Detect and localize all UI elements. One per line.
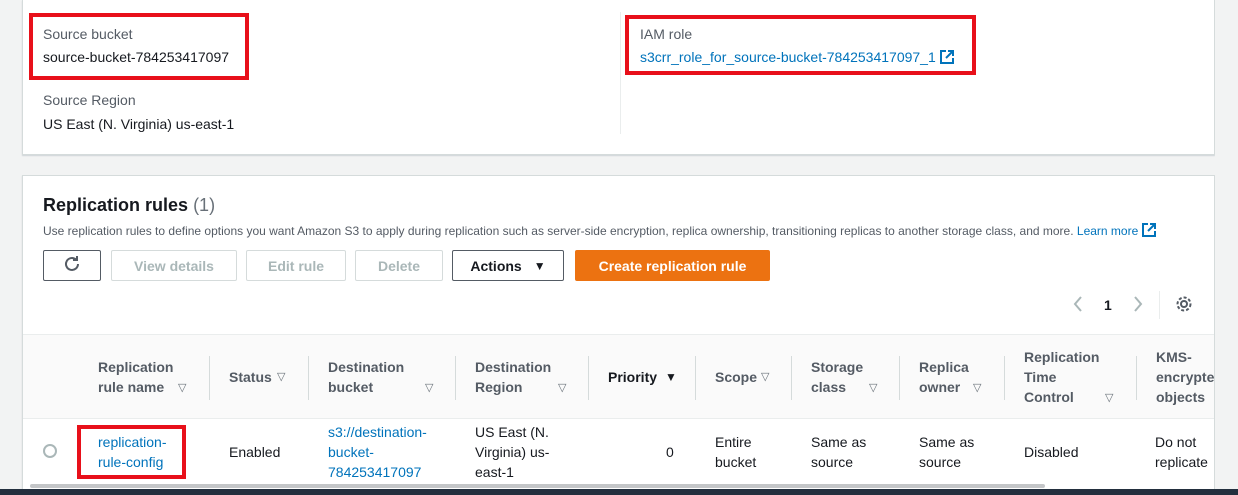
sort-descending-icon[interactable]: ▼ [665, 370, 677, 384]
replication-rules-panel: Replication rules (1) Use replication ru… [22, 175, 1215, 495]
destination-bucket-link[interactable]: s3://destination- bucket- 784253417097 [328, 422, 427, 482]
replication-rules-heading: Replication rules (1) [43, 195, 215, 216]
previous-page-icon[interactable] [1072, 295, 1084, 316]
sort-icon[interactable]: ▽ [761, 370, 769, 383]
col-replica-owner[interactable]: Replica owner [919, 357, 969, 397]
next-page-icon[interactable] [1132, 295, 1144, 316]
external-link-icon [1142, 223, 1157, 240]
actions-label: Actions [470, 257, 522, 274]
replica-owner-value: Same as source [919, 434, 975, 470]
learn-more-link[interactable]: Learn more [1077, 224, 1138, 238]
delete-button[interactable]: Delete [355, 250, 443, 281]
column-separator [695, 356, 696, 400]
description-text: Use replication rules to define options … [43, 224, 1074, 238]
row-select-radio[interactable] [43, 444, 57, 458]
settings-gear-icon[interactable] [1175, 295, 1193, 316]
page-number[interactable]: 1 [1104, 297, 1112, 313]
source-region-label: Source Region [43, 92, 136, 108]
column-separator [455, 356, 456, 400]
view-details-button[interactable]: View details [111, 250, 237, 281]
col-scope[interactable]: Scope [715, 367, 757, 387]
source-bucket-label: Source bucket [43, 26, 133, 42]
edit-rule-button[interactable]: Edit rule [246, 250, 346, 281]
column-separator [791, 356, 792, 400]
source-region-value: US East (N. Virginia) us-east-1 [43, 116, 235, 132]
iam-role-link[interactable]: s3crr_role_for_source-bucket-78425341709… [640, 49, 954, 67]
external-link-icon [939, 50, 954, 67]
status-value: Enabled [229, 444, 281, 460]
col-destination-bucket[interactable]: Destination bucket [328, 357, 404, 397]
source-details-panel: Source bucket source-bucket-784253417097… [22, 0, 1215, 155]
sort-icon[interactable]: ▽ [277, 370, 285, 383]
rtc-value: Disabled [1024, 444, 1079, 460]
rule-name-link[interactable]: replication- rule-config [98, 432, 166, 472]
source-bucket-value: source-bucket-784253417097 [43, 49, 230, 65]
actions-dropdown[interactable]: Actions ▼ [452, 250, 564, 281]
destination-region-value: US East (N. Virginia) us- east-1 [475, 424, 550, 480]
column-separator [899, 356, 900, 400]
iam-role-link-text[interactable]: s3crr_role_for_source-bucket-78425341709… [640, 49, 936, 65]
iam-role-label: IAM role [640, 26, 693, 42]
storage-class-value: Same as source [811, 434, 867, 470]
col-rule-name[interactable]: Replication rule name [98, 357, 173, 397]
sort-icon[interactable]: ▽ [425, 381, 433, 394]
sort-icon[interactable]: ▽ [558, 381, 566, 394]
sort-icon[interactable]: ▽ [869, 381, 877, 394]
column-separator [588, 356, 589, 400]
sort-icon[interactable]: ▽ [178, 381, 186, 394]
create-replication-rule-button[interactable]: Create replication rule [575, 250, 770, 281]
column-separator [308, 356, 309, 400]
caret-down-icon: ▼ [533, 258, 546, 273]
column-separator [209, 356, 210, 400]
replication-rules-title: Replication rules [43, 195, 189, 215]
replication-rules-description: Use replication rules to define options … [43, 223, 1157, 240]
refresh-icon [63, 255, 81, 276]
col-replication-time-control[interactable]: Replication Time Control [1024, 347, 1099, 407]
column-separator [1004, 356, 1005, 400]
col-priority[interactable]: Priority [608, 367, 657, 387]
horizontal-scrollbar[interactable] [30, 484, 1045, 488]
kms-value: Do not replicate [1155, 434, 1208, 470]
col-destination-region[interactable]: Destination Region [475, 357, 551, 397]
sort-icon[interactable]: ▽ [1105, 391, 1113, 404]
page-gutter [1215, 0, 1238, 489]
sort-icon[interactable]: ▽ [973, 381, 981, 394]
col-kms-encrypted-objects[interactable]: KMS- encrypted objects [1156, 347, 1214, 407]
refresh-button[interactable] [43, 250, 101, 281]
replication-rules-count: (1) [193, 195, 216, 215]
priority-value: 0 [666, 444, 674, 460]
col-storage-class[interactable]: Storage class [811, 357, 863, 397]
column-divider [620, 12, 621, 134]
pagination-divider [1159, 291, 1160, 319]
scope-value: Entire bucket [715, 434, 757, 470]
bottom-bar [0, 489, 1238, 495]
col-status[interactable]: Status [229, 367, 272, 387]
column-separator [1136, 356, 1137, 400]
